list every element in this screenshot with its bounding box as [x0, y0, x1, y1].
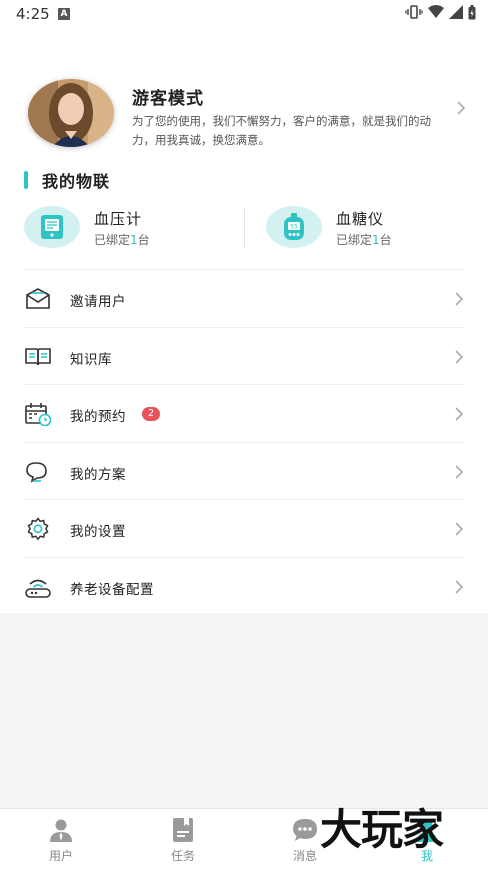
section-accent-bar: [24, 171, 28, 189]
chevron-right-icon: [454, 464, 464, 484]
menu-item-my-plan[interactable]: 我的方案: [24, 441, 464, 500]
watermark-logo: 大玩家: [320, 805, 444, 854]
menu-item-invite-user[interactable]: 邀请用户: [24, 269, 464, 327]
wifi-icon: [428, 5, 444, 18]
device-glucose[interactable]: 55 血糖仪 已绑定1台: [266, 204, 486, 254]
menu-item-label: 养老设备配置: [70, 581, 154, 598]
chevron-right-icon: [454, 406, 464, 426]
envelope-icon: [24, 287, 52, 311]
menu-item-label: 我的设置: [70, 524, 126, 540]
device-blood-pressure[interactable]: 血压计 已绑定1台: [24, 204, 244, 254]
menu-item-label: 知识库: [70, 351, 112, 368]
tab-label: 用户: [48, 849, 73, 863]
chevron-right-icon: [454, 291, 464, 311]
menu-item-label: 我的预约: [70, 409, 126, 425]
signal-icon: [449, 5, 463, 19]
section-title: 我的物联: [24, 168, 110, 192]
menu-item-elderly-device-config[interactable]: 养老设备配置: [24, 556, 464, 615]
chevron-right-icon: [454, 349, 464, 369]
menu-item-label: 我的方案: [70, 466, 126, 483]
device-status: 已绑定1台: [336, 233, 392, 247]
message-icon: [292, 817, 318, 843]
menu-item-label: 邀请用户: [70, 294, 126, 310]
section-title-text: 我的物联: [42, 172, 111, 191]
tab-label: 任务: [170, 849, 195, 863]
status-bar: 4:25 A: [0, 0, 488, 28]
menu-list: 邀请用户 知识库 我的预约 2 我的方案 我的设置 养老设备配置: [0, 269, 488, 614]
tab-tasks[interactable]: 任务: [122, 809, 244, 869]
device-name: 血糖仪: [336, 210, 385, 228]
chevron-right-icon: [454, 579, 464, 599]
menu-item-knowledge-base[interactable]: 知识库: [24, 326, 464, 385]
vibrate-icon: [405, 5, 423, 19]
battery-icon: [468, 4, 476, 19]
chevron-right-icon[interactable]: [456, 100, 466, 120]
tab-users[interactable]: 用户: [0, 809, 122, 869]
profile-card[interactable]: 游客模式 为了您的使用，我们不懈努力，客户的满意，就是我们的动力，用我真诚，换您…: [0, 72, 488, 158]
appointment-count-badge: 2: [142, 407, 160, 421]
user-icon: [48, 817, 74, 843]
profile-name: 游客模式: [132, 89, 204, 109]
avatar[interactable]: [28, 79, 114, 147]
profile-page: 游客模式 为了您的使用，我们不懈努力，客户的满意，就是我们的动力，用我真诚，换您…: [0, 28, 488, 613]
chevron-right-icon: [454, 521, 464, 541]
menu-item-my-settings[interactable]: 我的设置: [24, 499, 464, 557]
device-summary: 血压计 已绑定1台 55 血糖仪 已绑定1台: [0, 204, 488, 268]
device-name: 血压计: [94, 210, 143, 228]
notification-icon: A: [58, 8, 70, 20]
gear-icon: [24, 517, 52, 541]
book-icon: [24, 345, 52, 369]
device-status: 已绑定1台: [94, 233, 150, 247]
speech-bubble-icon: [24, 460, 52, 484]
task-icon: [170, 817, 196, 843]
glucose-meter-icon: 55: [266, 206, 322, 248]
device-divider: [244, 208, 245, 248]
blood-pressure-monitor-icon: [24, 206, 80, 248]
calendar-clock-icon: [24, 402, 52, 427]
svg-text:55: 55: [290, 224, 298, 231]
profile-description: 为了您的使用，我们不懈努力，客户的满意，就是我们的动力，用我真诚，换您满意。: [132, 114, 431, 147]
status-time: 4:25: [16, 5, 50, 23]
router-icon: [24, 575, 52, 599]
menu-item-my-appointments[interactable]: 我的预约 2: [24, 384, 464, 442]
status-icons: [405, 4, 476, 20]
